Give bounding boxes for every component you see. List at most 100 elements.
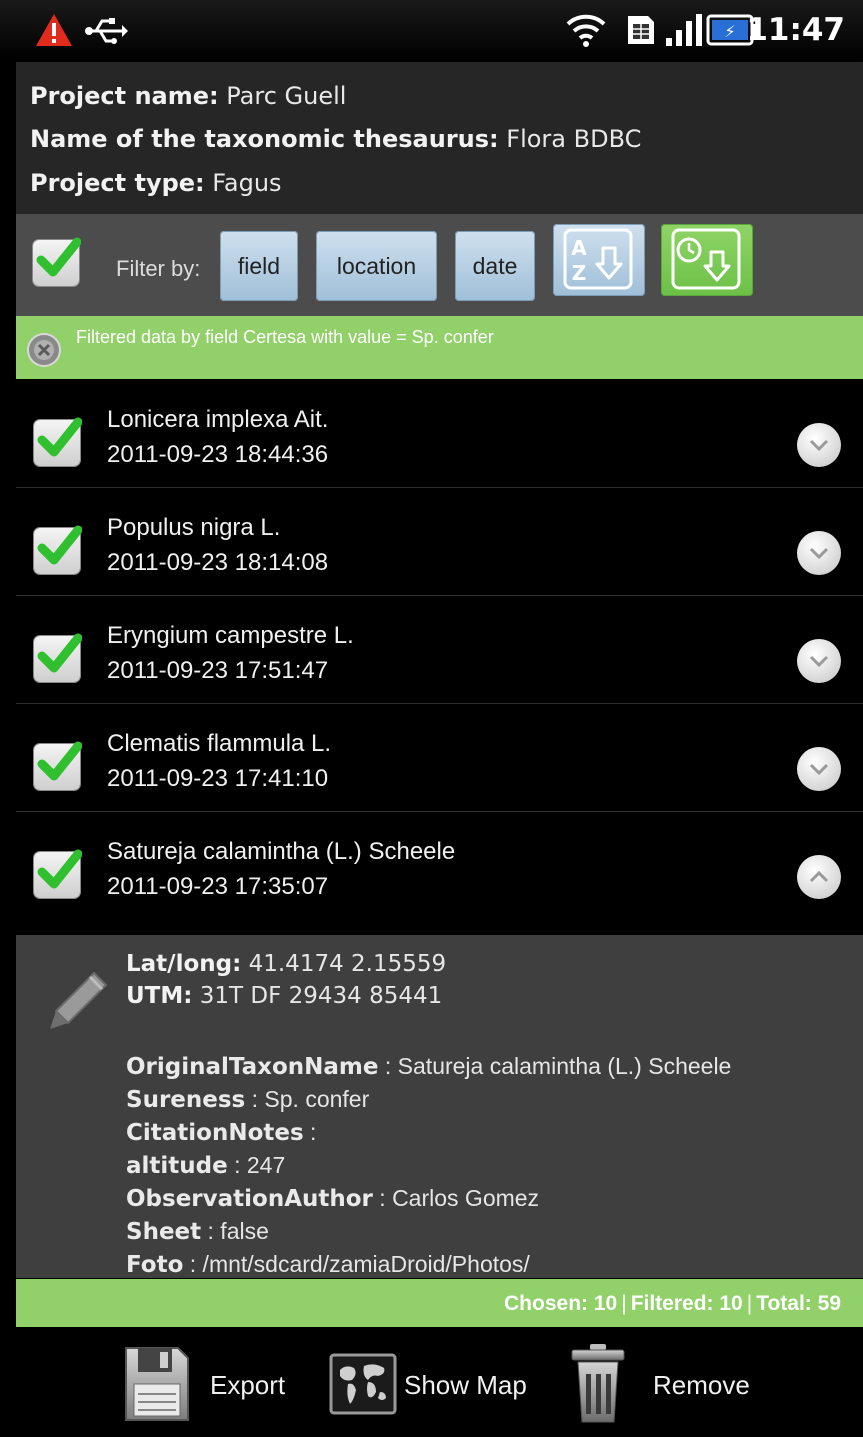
expand-button[interactable] [797,423,841,467]
latlong-value: 41.4174 2.15559 [241,951,447,977]
sort-clock-icon [671,228,741,290]
detail-attribute: Foto : /mnt/sdcard/zamiaDroid/Photos/ [126,1251,530,1278]
filter-banner-text: Filtered data by field Certesa with valu… [76,327,494,347]
expand-button[interactable] [797,531,841,575]
project-thesaurus-label: Name of the taxonomic thesaurus: [30,125,499,153]
attribute-key: altitude [126,1153,228,1179]
record-checkbox[interactable] [34,741,82,790]
collapse-button[interactable] [797,855,841,899]
record-date: 2011-09-23 18:14:08 [107,549,329,576]
attribute-value: : Carlos Gomez [372,1185,540,1211]
attribute-value: : /mnt/sdcard/zamiaDroid/Photos/ [183,1251,530,1277]
project-name-value: Parc Guell [218,82,347,110]
record-date: 2011-09-23 17:41:10 [107,765,329,792]
status-time: 11:47 [746,12,845,48]
filter-by-label: Filter by: [116,256,201,281]
detail-attribute: Sureness : Sp. confer [126,1086,369,1113]
project-name: Project name: Parc Guell [30,82,346,110]
project-name-label: Project name: [30,82,219,110]
record-checkbox[interactable] [34,525,82,574]
record-date: 2011-09-23 17:51:47 [107,657,329,684]
detail-attribute: altitude : 247 [126,1152,285,1179]
summary-stats: Chosen: 10 | Filtered: 10 | Total: 59 [504,1292,841,1316]
sort-by-time-button[interactable] [661,224,753,296]
list-item[interactable]: Satureja calamintha (L.) Scheele 2011-09… [16,812,863,919]
project-type: Project type: Fagus [30,169,282,197]
usb-icon [84,16,128,51]
attribute-key: CitationNotes [126,1120,304,1146]
latlong-label: Lat/long: [126,951,242,977]
list-item[interactable]: Populus nigra L. 2011-09-23 18:14:08 [16,488,863,596]
chevron-up-icon [809,870,829,883]
select-all-checkbox[interactable] [33,237,81,286]
chevron-down-icon [809,439,829,452]
edit-pencil-icon[interactable] [36,959,114,1040]
expand-button[interactable] [797,639,841,683]
chevron-down-icon [809,655,829,668]
project-thesaurus: Name of the taxonomic thesaurus: Flora B… [30,125,641,153]
export-label: Export [210,1370,286,1400]
list-item[interactable]: Lonicera implexa Ait. 2011-09-23 18:44:3… [16,380,863,488]
detail-attribute: Sheet : false [126,1218,269,1245]
filter-bar: Filter by: field location date A Z [16,214,863,316]
attribute-value: : 247 [227,1152,286,1178]
sort-alphabetical-button[interactable]: A Z [553,224,645,296]
record-name: Clematis flammula L. [107,730,332,757]
attribute-key: Sheet [126,1219,202,1245]
list-item[interactable]: Eryngium campestre L. 2011-09-23 17:51:4… [16,596,863,704]
filter-date-button[interactable]: date [455,231,535,301]
checkmark-icon [37,633,82,673]
record-name: Eryngium campestre L. [107,622,354,649]
total-count: Total: 59 [756,1292,841,1315]
chosen-count: Chosen: 10 [504,1292,618,1315]
svg-text:⚡: ⚡ [724,22,735,41]
signal-icon [664,12,704,53]
sort-az-icon: A Z [563,228,633,290]
world-map-icon [329,1353,397,1415]
attribute-value: : false [201,1218,269,1244]
record-name: Lonicera implexa Ait. [107,406,329,433]
export-button[interactable]: Export [118,1330,304,1437]
detail-latlong: Lat/long: 41.4174 2.15559 [126,951,446,977]
checkmark-icon [37,741,82,781]
trash-can-icon [571,1344,625,1423]
separator: | [621,1292,627,1315]
action-bar: Export Show Map Remove [0,1330,863,1437]
checkmark-icon [37,849,82,889]
project-type-label: Project type: [30,169,205,197]
attribute-value: : [303,1119,317,1145]
expand-button[interactable] [797,747,841,791]
attribute-key: Foto [126,1252,184,1278]
status-bar: ⚡ 11:47 [0,0,863,60]
detail-utm: UTM: 31T DF 29434 85441 [126,983,442,1009]
record-checkbox[interactable] [34,849,82,898]
detail-attribute: CitationNotes : [126,1119,316,1146]
remove-button[interactable]: Remove [568,1330,768,1437]
list-item[interactable]: Clematis flammula L. 2011-09-23 17:41:10 [16,704,863,812]
show-map-button[interactable]: Show Map [326,1330,552,1437]
project-thesaurus-value: Flora BDBC [498,125,642,153]
floppy-disk-icon [125,1347,189,1421]
record-checkbox[interactable] [34,417,82,466]
record-name: Populus nigra L. [107,514,281,541]
svg-text:Z: Z [572,261,587,285]
checkmark-icon [36,237,81,277]
attribute-key: Sureness [126,1087,246,1113]
sim-card-icon [626,14,656,51]
record-name: Satureja calamintha (L.) Scheele [107,838,456,865]
attribute-key: ObservationAuthor [126,1186,373,1212]
attribute-value: : Satureja calamintha (L.) Scheele [378,1053,732,1079]
attribute-value: : Sp. confer [245,1086,370,1112]
record-detail-panel: Lat/long: 41.4174 2.15559 UTM: 31T DF 29… [16,935,863,1278]
warning-icon [34,12,74,53]
clear-filter-icon[interactable] [26,332,62,373]
active-filter-banner: Filtered data by field Certesa with valu… [16,316,863,379]
svg-text:A: A [571,236,587,260]
filter-field-button[interactable]: field [220,231,298,301]
project-type-value: Fagus [204,169,282,197]
project-info-panel: Project name: Parc Guell Name of the tax… [16,62,863,214]
record-checkbox[interactable] [34,633,82,682]
filter-location-button[interactable]: location [316,231,437,301]
record-date: 2011-09-23 17:35:07 [107,873,329,900]
filtered-count: Filtered: 10 [630,1292,743,1315]
